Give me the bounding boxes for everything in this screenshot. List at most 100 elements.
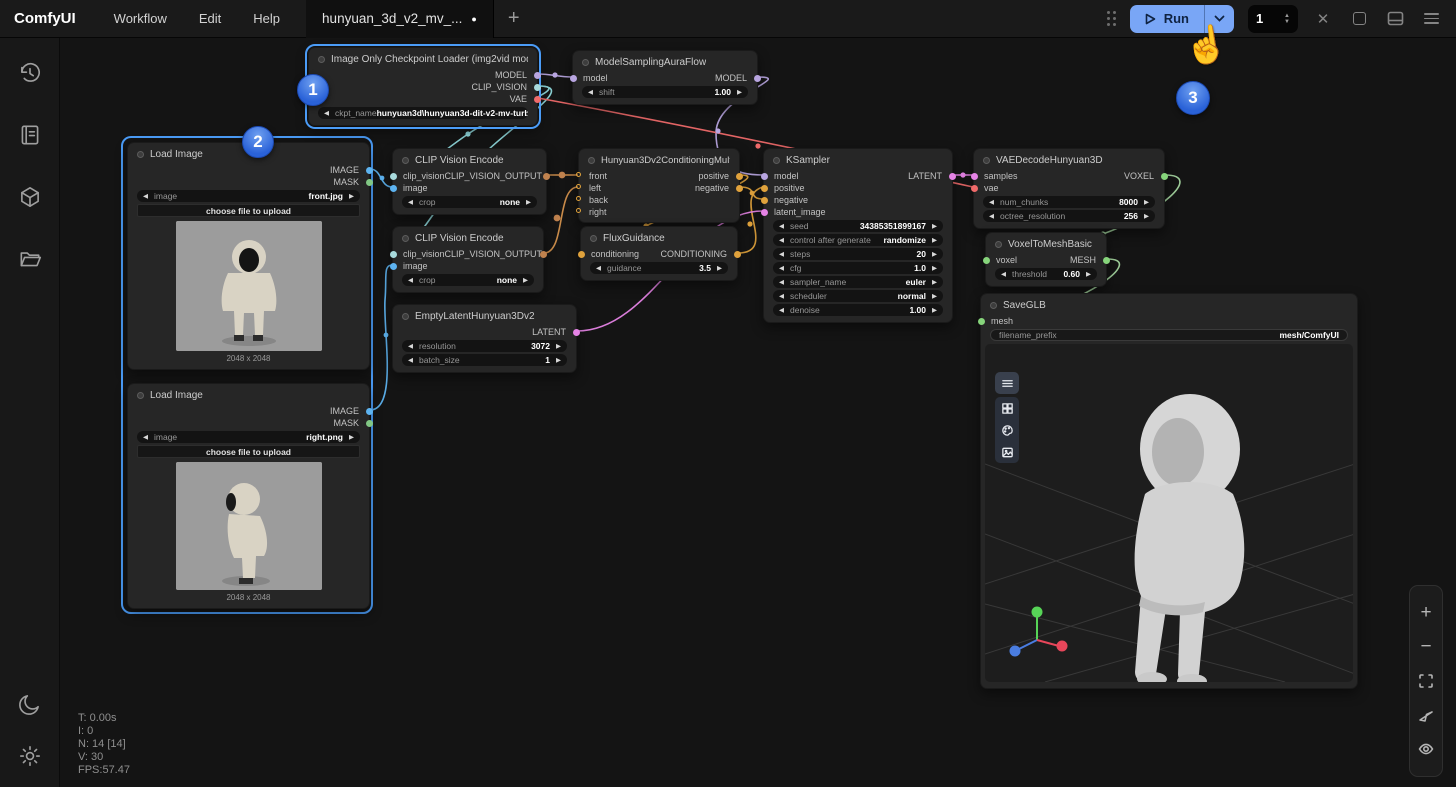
widget-shift[interactable]: ◀shift1.00▶ <box>582 86 748 98</box>
widget-filename-prefix[interactable]: filename_prefixmesh/ComfyUI <box>990 329 1348 341</box>
output-slot-image[interactable] <box>366 408 373 415</box>
settings-gear-icon[interactable] <box>17 743 43 769</box>
widget-batch-size[interactable]: ◀batch_size1▶ <box>402 354 567 366</box>
node-collapse-dot[interactable] <box>990 302 997 309</box>
combo-right-arrow[interactable]: ▶ <box>932 222 937 230</box>
node-clip-vision-encode-1[interactable]: CLIP Vision Encode clip_visionCLIP_VISIO… <box>392 148 547 215</box>
combo-left-arrow[interactable]: ◀ <box>324 109 329 117</box>
combo-right-arrow[interactable]: ▶ <box>932 236 937 244</box>
widget-seed[interactable]: ◀seed34385351899167▶ <box>773 220 943 232</box>
workflow-tab[interactable]: hunyuan_3d_v2_mv_...● <box>306 0 494 38</box>
output-slot-vae[interactable] <box>534 96 541 103</box>
node-flux-guidance[interactable]: FluxGuidance conditioningCONDITIONING ◀g… <box>580 226 738 281</box>
combo-left-arrow[interactable]: ◀ <box>779 306 784 314</box>
widget-denoise[interactable]: ◀denoise1.00▶ <box>773 304 943 316</box>
node-load-image-right[interactable]: Load Image IMAGE MASK ◀imageright.png▶ c… <box>127 383 370 609</box>
node-collapse-dot[interactable] <box>137 151 144 158</box>
output-slot-latent[interactable] <box>573 329 580 336</box>
combo-left-arrow[interactable]: ◀ <box>143 192 148 200</box>
zoom-in-button[interactable]: + <box>1410 596 1442 630</box>
combo-left-arrow[interactable]: ◀ <box>408 276 413 284</box>
combo-left-arrow[interactable]: ◀ <box>588 88 593 96</box>
output-slot-image[interactable] <box>366 167 373 174</box>
combo-left-arrow[interactable]: ◀ <box>779 250 784 258</box>
menu-edit[interactable]: Edit <box>183 11 237 26</box>
node-save-glb[interactable]: SaveGLB mesh filename_prefixmesh/ComfyUI <box>980 293 1358 689</box>
combo-right-arrow[interactable]: ▶ <box>932 278 937 286</box>
node-collapse-dot[interactable] <box>590 235 597 242</box>
combo-left-arrow[interactable]: ◀ <box>596 264 601 272</box>
node-collapse-dot[interactable] <box>773 157 780 164</box>
node-vae-decode-hunyuan3d[interactable]: VAEDecodeHunyuan3D samplesVOXEL vae ◀num… <box>973 148 1165 229</box>
combo-right-arrow[interactable]: ▶ <box>932 250 937 258</box>
sidebar-node-library-icon[interactable] <box>17 122 43 148</box>
menu-help[interactable]: Help <box>237 11 296 26</box>
combo-right-arrow[interactable]: ▶ <box>1144 198 1149 206</box>
node-collapse-dot[interactable] <box>983 157 990 164</box>
theme-toggle-icon[interactable] <box>17 691 43 717</box>
menu-workflow[interactable]: Workflow <box>98 11 183 26</box>
combo-left-arrow[interactable]: ◀ <box>779 264 784 272</box>
node-collapse-dot[interactable] <box>318 56 325 63</box>
sidebar-workflows-icon[interactable] <box>17 246 43 272</box>
viewport-image-icon[interactable] <box>995 441 1019 463</box>
toggle-visibility-button[interactable] <box>1410 732 1442 766</box>
widget-num-chunks[interactable]: ◀num_chunks8000▶ <box>983 196 1155 208</box>
output-slot-negative[interactable] <box>736 185 743 192</box>
node-hunyuan3dv2-conditioning-multiview[interactable]: Hunyuan3Dv2ConditioningMultiView frontpo… <box>578 148 740 223</box>
combo-right-arrow[interactable]: ▶ <box>349 192 354 200</box>
output-slot-positive[interactable] <box>736 173 743 180</box>
main-menu-button[interactable] <box>1420 8 1442 30</box>
input-slot-image[interactable] <box>390 263 397 270</box>
output-slot-mask[interactable] <box>366 420 373 427</box>
input-slot-negative[interactable] <box>761 197 768 204</box>
combo-right-arrow[interactable]: ▶ <box>932 264 937 272</box>
input-slot-mesh[interactable] <box>978 318 985 325</box>
output-slot-clip-vision[interactable] <box>534 84 541 91</box>
input-slot-positive[interactable] <box>761 185 768 192</box>
clear-queue-button[interactable]: ✕ <box>1312 8 1334 30</box>
combo-right-arrow[interactable]: ▶ <box>556 356 561 364</box>
widget-octree-resolution[interactable]: ◀octree_resolution256▶ <box>983 210 1155 222</box>
combo-left-arrow[interactable]: ◀ <box>1001 270 1006 278</box>
node-empty-latent-hunyuan3dv2[interactable]: EmptyLatentHunyuan3Dv2 LATENT ◀resolutio… <box>392 304 577 373</box>
combo-left-arrow[interactable]: ◀ <box>408 342 413 350</box>
drag-handle-icon[interactable] <box>1107 11 1116 26</box>
input-slot-clip-vision[interactable] <box>390 173 397 180</box>
combo-left-arrow[interactable]: ◀ <box>779 278 784 286</box>
node-collapse-dot[interactable] <box>402 313 409 320</box>
sidebar-history-icon[interactable] <box>17 60 43 86</box>
combo-right-arrow[interactable]: ▶ <box>932 292 937 300</box>
choose-file-button[interactable]: choose file to upload <box>137 204 360 217</box>
combo-right-arrow[interactable]: ▶ <box>526 198 531 206</box>
app-logo[interactable]: ComfyUI <box>0 10 98 27</box>
input-slot-model[interactable] <box>570 75 577 82</box>
combo-right-arrow[interactable]: ▶ <box>717 264 722 272</box>
batch-count-stepper[interactable]: 1▲▼ <box>1248 5 1298 33</box>
node-collapse-dot[interactable] <box>402 157 409 164</box>
combo-left-arrow[interactable]: ◀ <box>989 198 994 206</box>
input-slot-conditioning[interactable] <box>578 251 585 258</box>
node-collapse-dot[interactable] <box>995 241 1002 248</box>
stepper-arrows[interactable]: ▲▼ <box>1284 13 1290 25</box>
output-slot-clip-vision-output[interactable] <box>543 173 550 180</box>
combo-right-arrow[interactable]: ▶ <box>556 342 561 350</box>
node-image-only-checkpoint-loader[interactable]: Image Only Checkpoint Loader (img2vid mo… <box>308 47 538 126</box>
viewport-menu-icon[interactable] <box>995 372 1019 394</box>
node-load-image-front[interactable]: Load Image IMAGE MASK ◀imagefront.jpg▶ c… <box>127 142 370 370</box>
input-slot-front[interactable] <box>576 172 581 177</box>
widget-threshold[interactable]: ◀threshold0.60▶ <box>995 268 1097 280</box>
widget-control-after-generate[interactable]: ◀control after generaterandomize▶ <box>773 234 943 246</box>
combo-left-arrow[interactable]: ◀ <box>408 198 413 206</box>
widget-ckpt-name[interactable]: ◀ckpt_namehunyuan3d\hunyuan3d-dit-v2-mv-… <box>318 107 528 119</box>
viewport-palette-icon[interactable] <box>995 419 1019 441</box>
widget-guidance[interactable]: ◀guidance3.5▶ <box>590 262 728 274</box>
output-slot-conditioning[interactable] <box>734 251 741 258</box>
combo-left-arrow[interactable]: ◀ <box>779 236 784 244</box>
output-slot-voxel[interactable] <box>1161 173 1168 180</box>
node-collapse-dot[interactable] <box>588 157 595 164</box>
widget-image[interactable]: ◀imagefront.jpg▶ <box>137 190 360 202</box>
focus-mode-button[interactable] <box>1348 8 1370 30</box>
widget-sampler-name[interactable]: ◀sampler_nameeuler▶ <box>773 276 943 288</box>
widget-resolution[interactable]: ◀resolution3072▶ <box>402 340 567 352</box>
